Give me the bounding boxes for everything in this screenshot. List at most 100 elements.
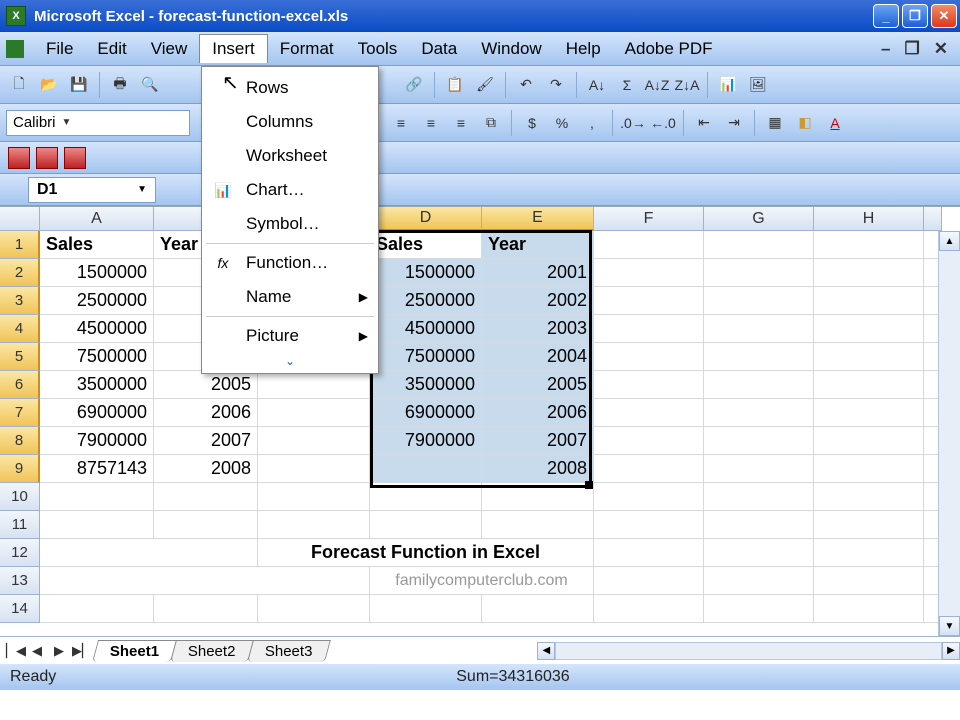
cell[interactable] [814, 539, 924, 567]
cell[interactable] [594, 399, 704, 427]
redo-button[interactable]: ↷ [543, 72, 569, 98]
cell[interactable] [370, 595, 482, 623]
cell[interactable]: 2006 [482, 399, 594, 427]
cell[interactable] [594, 483, 704, 511]
cell[interactable] [814, 595, 924, 623]
insert-chart[interactable]: 📊Chart… [202, 173, 378, 207]
row-header[interactable]: 7 [0, 399, 40, 427]
pdf-review-button[interactable] [64, 147, 86, 169]
cell[interactable] [814, 315, 924, 343]
increase-indent-button[interactable]: ⇥ [721, 110, 747, 136]
row-header[interactable]: 13 [0, 567, 40, 595]
doc-close[interactable]: ✕ [934, 39, 948, 59]
cell[interactable] [704, 231, 814, 259]
align-right-button[interactable]: ≡ [448, 110, 474, 136]
cell[interactable]: 2500000 [40, 287, 154, 315]
menu-help[interactable]: Help [554, 35, 613, 63]
font-color-button[interactable]: A [822, 110, 848, 136]
cell[interactable] [814, 343, 924, 371]
close-button[interactable]: ✕ [931, 4, 957, 28]
cell[interactable]: 3500000 [40, 371, 154, 399]
name-box[interactable]: D1▼ [28, 177, 156, 203]
cell[interactable]: 7500000 [40, 343, 154, 371]
tab-nav[interactable]: ▏◀◀▶▶▏ [0, 643, 96, 659]
row-header[interactable]: 6 [0, 371, 40, 399]
insert-symbol[interactable]: Symbol… [202, 207, 378, 241]
cell[interactable]: 2001 [482, 259, 594, 287]
cell[interactable] [154, 483, 258, 511]
vertical-scrollbar[interactable]: ▲ ▼ [938, 231, 960, 636]
spreadsheet-grid[interactable]: A B C D E F G H 1 Sales Year Sales Year … [0, 206, 960, 636]
row-header[interactable]: 11 [0, 511, 40, 539]
cell[interactable]: 2005 [482, 371, 594, 399]
sheet-tab-1[interactable]: Sheet1 [92, 640, 177, 662]
row-header[interactable]: 8 [0, 427, 40, 455]
select-all-corner[interactable] [0, 207, 40, 231]
sort-asc-button[interactable]: A↓ [584, 72, 610, 98]
font-name-box[interactable]: Calibri▼ [6, 110, 190, 136]
cell[interactable] [704, 511, 814, 539]
chart-wizard-button[interactable]: 📊 [715, 72, 741, 98]
sort-az-button[interactable]: A↓Z [644, 72, 670, 98]
cell[interactable] [258, 483, 370, 511]
insert-name[interactable]: Name▶ [202, 280, 378, 314]
insert-function[interactable]: fxFunction… [202, 246, 378, 280]
cell[interactable]: Sales [40, 231, 154, 259]
percent-button[interactable]: % [549, 110, 575, 136]
cell[interactable] [258, 427, 370, 455]
cell[interactable] [594, 455, 704, 483]
row-header[interactable]: 1 [0, 231, 40, 259]
row-header[interactable]: 2 [0, 259, 40, 287]
pdf-convert-button[interactable] [8, 147, 30, 169]
cell[interactable] [258, 371, 370, 399]
menu-insert[interactable]: Insert [199, 34, 268, 63]
cell[interactable] [704, 567, 814, 595]
cell[interactable]: 3500000 [370, 371, 482, 399]
cell[interactable] [370, 455, 482, 483]
cell[interactable] [704, 343, 814, 371]
print-button[interactable]: 🖶 [107, 72, 133, 98]
cell[interactable]: 2500000 [370, 287, 482, 315]
menu-tools[interactable]: Tools [346, 35, 410, 63]
cell[interactable] [704, 595, 814, 623]
scroll-left-button[interactable]: ◀ [537, 642, 555, 660]
cell[interactable] [482, 483, 594, 511]
col-header-I[interactable] [924, 207, 942, 231]
cell[interactable]: 6900000 [40, 399, 154, 427]
menu-file[interactable]: File [34, 35, 85, 63]
cell[interactable] [704, 287, 814, 315]
cell[interactable] [704, 539, 814, 567]
cell[interactable] [370, 483, 482, 511]
cell[interactable]: 2003 [482, 315, 594, 343]
cell[interactable]: 2006 [154, 399, 258, 427]
cell[interactable] [594, 427, 704, 455]
cell[interactable]: 1500000 [370, 259, 482, 287]
expand-menu-icon[interactable]: ⌄ [202, 353, 378, 369]
cell[interactable] [594, 343, 704, 371]
cell[interactable]: 8757143 [40, 455, 154, 483]
increase-decimal-button[interactable]: .0→ [620, 110, 646, 136]
cell[interactable]: 2004 [482, 343, 594, 371]
cell[interactable]: familycomputerclub.com [370, 567, 594, 595]
cell[interactable] [814, 483, 924, 511]
row-header[interactable]: 9 [0, 455, 40, 483]
decrease-decimal-button[interactable]: ←.0 [650, 110, 676, 136]
cell[interactable] [814, 231, 924, 259]
decrease-indent-button[interactable]: ⇤ [691, 110, 717, 136]
cell[interactable] [594, 287, 704, 315]
row-header[interactable]: 12 [0, 539, 40, 567]
cell[interactable] [482, 595, 594, 623]
cell[interactable]: Sales [370, 231, 482, 259]
cell[interactable] [40, 595, 154, 623]
row-header[interactable]: 4 [0, 315, 40, 343]
doc-restore[interactable]: ❐ [905, 39, 920, 59]
cell[interactable] [154, 595, 258, 623]
col-header-G[interactable]: G [704, 207, 814, 231]
menu-adobe-pdf[interactable]: Adobe PDF [613, 35, 725, 63]
cell[interactable] [370, 511, 482, 539]
cell[interactable] [40, 483, 154, 511]
cell[interactable] [594, 371, 704, 399]
print-preview-button[interactable]: 🔍 [137, 72, 163, 98]
new-button[interactable]: 🗋 [6, 72, 32, 98]
row-header[interactable]: 5 [0, 343, 40, 371]
